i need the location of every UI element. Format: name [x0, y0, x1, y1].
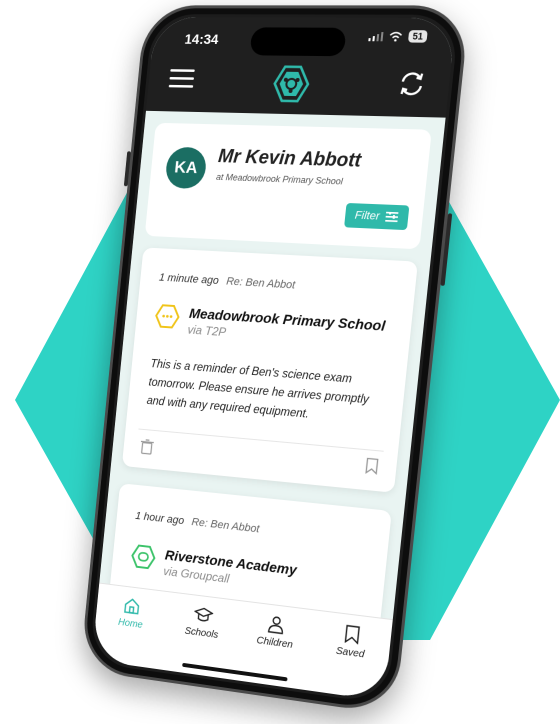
- nav-label: Children: [256, 635, 294, 651]
- app-logo-icon: [270, 64, 313, 105]
- bookmark-icon[interactable]: [365, 457, 379, 474]
- nav-label: Schools: [184, 625, 219, 641]
- message-regarding: Re: Ben Abbot: [190, 516, 260, 536]
- wifi-icon: [389, 31, 403, 42]
- nav-item-saved[interactable]: Saved: [320, 622, 384, 663]
- app-header: 14:34 51: [145, 17, 457, 118]
- message-time: 1 minute ago: [158, 271, 220, 287]
- message-time: 1 hour ago: [134, 510, 185, 528]
- filter-button[interactable]: Filter: [343, 202, 410, 231]
- school-badge-icon: [130, 543, 156, 571]
- message-card[interactable]: 1 minute ago Re: Ben Abbot Meadowbrook Pr…: [121, 247, 418, 493]
- nav-label: Home: [117, 617, 144, 631]
- nav-item-schools[interactable]: Schools: [173, 603, 233, 643]
- message-school: Meadowbrook Primary School via T2P: [153, 303, 386, 350]
- nav-item-children[interactable]: Children: [245, 612, 307, 652]
- message-feed[interactable]: KA Mr Kevin Abbott at Meadowbrook Primar…: [98, 111, 445, 631]
- home-icon: [123, 596, 141, 615]
- trash-icon[interactable]: [140, 439, 154, 456]
- message-meta: 1 minute ago Re: Ben Abbot: [158, 272, 295, 292]
- message-body: This is a reminder of Ben's science exam…: [146, 358, 370, 421]
- graduation-cap-icon: [193, 605, 214, 625]
- message-meta: 1 hour ago Re: Ben Abbot: [135, 510, 260, 535]
- refresh-icon[interactable]: [396, 69, 428, 98]
- nav-item-home[interactable]: Home: [103, 594, 161, 633]
- message-school: Riverstone Academy via Groupcall: [130, 543, 298, 594]
- profile-card: KA Mr Kevin Abbott at Meadowbrook Primar…: [144, 122, 432, 250]
- status-time: 14:34: [183, 30, 220, 48]
- menu-icon[interactable]: [168, 68, 195, 88]
- signal-icon: [368, 32, 384, 42]
- avatar: KA: [164, 146, 208, 190]
- profile-school: at Meadowbrook Primary School: [215, 171, 344, 187]
- school-badge-icon: [154, 303, 181, 330]
- message-regarding: Re: Ben Abbot: [225, 275, 296, 292]
- bookmark-icon: [344, 624, 360, 644]
- message-divider: [138, 428, 384, 452]
- nav-label: Saved: [335, 645, 365, 661]
- battery-indicator: 51: [407, 30, 428, 43]
- profile-name: Mr Kevin Abbott: [217, 146, 363, 172]
- person-icon: [267, 615, 286, 635]
- dynamic-island: [249, 27, 347, 57]
- status-icons: 51: [368, 30, 428, 43]
- filter-label: Filter: [354, 209, 381, 223]
- filter-icon: [385, 211, 399, 223]
